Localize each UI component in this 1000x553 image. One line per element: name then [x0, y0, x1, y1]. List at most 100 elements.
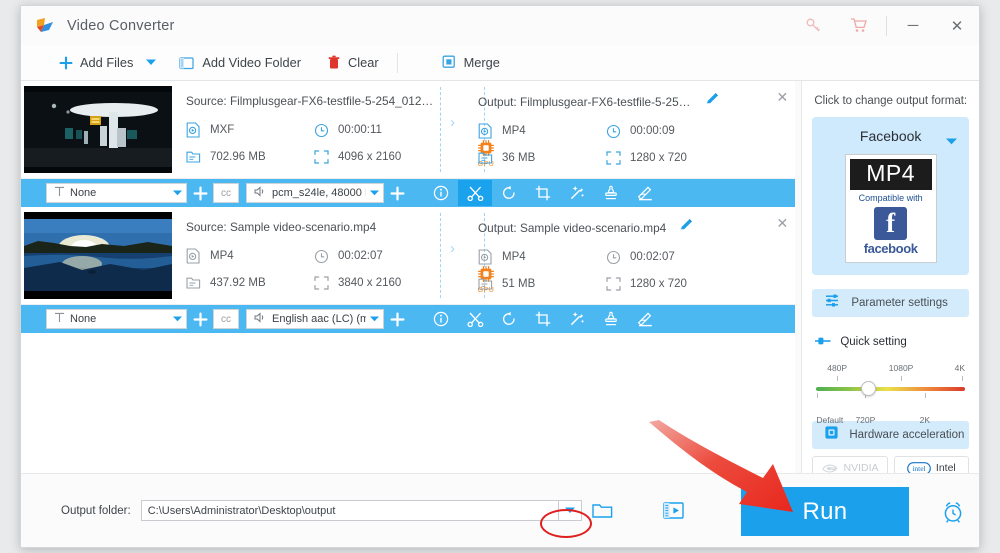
rotate-icon[interactable]	[492, 180, 526, 206]
audio-select[interactable]: pcm_s24le, 48000 H	[246, 183, 384, 203]
output-resolution-label: 1280 x 720	[630, 278, 687, 290]
output-folder-input[interactable]: C:\Users\Administrator\Desktop\output	[140, 500, 559, 521]
add-files-dropdown-caret[interactable]	[137, 45, 165, 81]
cart-icon[interactable]	[836, 6, 882, 45]
resolution-icon	[606, 151, 621, 165]
crop-icon[interactable]	[526, 306, 560, 332]
subtitle-edit-icon[interactable]	[628, 306, 662, 332]
source-size: 437.92 MB	[186, 276, 314, 290]
slider-track[interactable]	[816, 387, 965, 391]
hardware-acceleration-label: Hardware acceleration	[849, 429, 965, 441]
media-list-icon[interactable]	[662, 501, 685, 520]
source-info: Source: Filmplusgear-FX6-testfile-5-254_…	[172, 81, 485, 178]
media-file-icon	[478, 249, 493, 265]
add-audio-button[interactable]	[384, 179, 410, 207]
subtitle-value: None	[70, 313, 97, 325]
output-duration-label: 00:02:07	[630, 251, 675, 263]
add-subtitle-button[interactable]	[187, 179, 213, 207]
output-filename: Output: Sample video-scenario.mp4	[478, 220, 667, 235]
file-size-icon	[186, 150, 201, 164]
slider-tick	[962, 376, 963, 381]
add-files-button[interactable]: Add Files	[59, 45, 133, 81]
clear-button[interactable]: Clear	[327, 45, 379, 81]
chevron-down-icon	[370, 187, 379, 199]
info-icon[interactable]	[424, 306, 458, 332]
source-filename: Source: Filmplusgear-FX6-testfile-5-254_…	[186, 93, 436, 108]
key-icon[interactable]	[790, 6, 836, 45]
output-resolution: 1280 x 720	[606, 151, 801, 165]
media-file-icon	[478, 123, 493, 139]
effect-magic-wand-icon[interactable]	[560, 306, 594, 332]
alarm-clock-icon[interactable]	[941, 500, 965, 529]
merge-squares-icon	[442, 55, 457, 70]
file-card: Source: Filmplusgear-FX6-testfile-5-254_…	[21, 81, 802, 207]
slider-tick	[924, 393, 926, 398]
file-action-bar: None cc	[21, 305, 802, 333]
add-video-folder-label: Add Video Folder	[202, 55, 301, 70]
file-list[interactable]: Source: Filmplusgear-FX6-testfile-5-254_…	[21, 81, 802, 509]
subtitle-select[interactable]: None	[46, 183, 187, 203]
subtitle-value: None	[70, 187, 97, 199]
minimize-button[interactable]: ─	[891, 6, 935, 45]
audio-value: pcm_s24le, 48000 H	[272, 187, 366, 199]
effect-magic-wand-icon[interactable]	[560, 180, 594, 206]
slider-label-720p: 720P	[855, 415, 876, 425]
gas-station-night-thumbnail[interactable]	[24, 86, 172, 173]
source-duration: 00:02:07	[314, 248, 438, 264]
remove-file-icon[interactable]: ✕	[774, 90, 790, 106]
merge-button[interactable]: Merge	[442, 45, 500, 81]
close-button[interactable]: ✕	[935, 6, 979, 45]
cut-scissors-icon[interactable]	[458, 306, 492, 332]
watermark-stamp-icon[interactable]	[594, 306, 628, 332]
title-bar-actions: ─ ✕	[790, 6, 979, 45]
cut-scissors-icon[interactable]	[458, 180, 492, 206]
closed-caption-button[interactable]: cc	[213, 309, 239, 329]
remove-file-icon[interactable]: ✕	[774, 216, 790, 232]
chevron-down-icon	[370, 313, 379, 325]
source-duration: 00:00:11	[314, 122, 438, 138]
output-filename: Output: Filmplusgear-FX6-testfile-5-254_…	[478, 94, 693, 109]
output-format-selector[interactable]: Facebook MP4 Compatible with f facebook	[812, 117, 969, 275]
nvidia-eye-icon	[821, 463, 839, 474]
lake-sunset-thumbnail[interactable]	[24, 212, 172, 299]
quality-slider[interactable]: 480P 1080P 4K Default 720P 2K	[816, 363, 965, 425]
add-subtitle-button[interactable]	[187, 305, 213, 333]
browse-folder-icon[interactable]	[591, 502, 613, 519]
add-video-folder-button[interactable]: Add Video Folder	[179, 45, 301, 81]
add-audio-button[interactable]	[384, 305, 410, 333]
source-info: Source: Sample video-scenario.mp4 MP4 00…	[172, 207, 485, 304]
rotate-icon[interactable]	[492, 306, 526, 332]
crop-icon[interactable]	[526, 180, 560, 206]
hardware-acceleration-button[interactable]: Hardware acceleration	[812, 421, 969, 449]
edit-output-name-icon[interactable]	[679, 218, 693, 237]
parameter-settings-button[interactable]: Parameter settings	[812, 289, 969, 317]
audio-select[interactable]: English aac (LC) (mp	[246, 309, 384, 329]
trash-icon	[327, 55, 341, 70]
chevron-down-icon[interactable]	[946, 132, 957, 150]
output-folder-dropdown[interactable]	[557, 500, 582, 521]
slider-label-2k: 2K	[919, 415, 931, 425]
closed-caption-button[interactable]: cc	[213, 183, 239, 203]
slider-tick	[901, 376, 903, 381]
toolbar-divider	[396, 52, 398, 73]
clear-label: Clear	[348, 55, 379, 70]
file-card-details: Source: Filmplusgear-FX6-testfile-5-254_…	[21, 81, 802, 179]
edit-tools	[424, 306, 662, 332]
edit-output-name-icon[interactable]	[705, 92, 719, 111]
output-folder-path: C:\Users\Administrator\Desktop\output	[147, 504, 336, 517]
watermark-stamp-icon[interactable]	[594, 180, 628, 206]
slider-tick	[817, 393, 819, 398]
subtitle-select[interactable]: None	[46, 309, 187, 329]
source-format: MP4	[186, 248, 314, 264]
output-size-label: 51 MB	[502, 278, 536, 290]
info-icon[interactable]	[424, 180, 458, 206]
compatible-with-label: Compatible with	[858, 193, 923, 203]
resolution-icon	[314, 150, 329, 164]
speaker-icon	[254, 312, 267, 326]
media-file-icon	[186, 122, 201, 138]
slider-thumb[interactable]	[860, 381, 876, 396]
subtitle-edit-icon[interactable]	[628, 180, 662, 206]
run-button[interactable]: Run	[741, 487, 909, 536]
output-info: Output: Filmplusgear-FX6-testfile-5-254_…	[438, 81, 801, 178]
output-size: 51 MB	[478, 277, 606, 291]
